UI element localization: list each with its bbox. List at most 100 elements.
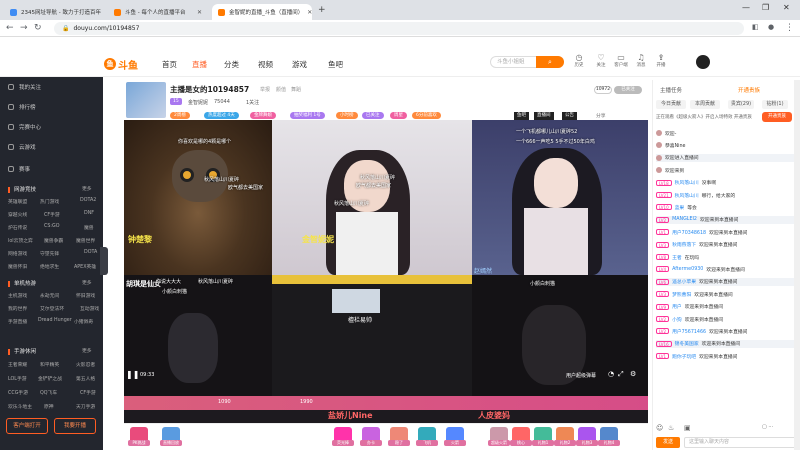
new-tab-button[interactable]: + [318,5,326,15]
chat-username[interactable]: 蓝果 [675,204,685,211]
start-live-button[interactable]: 我要开播 [54,418,96,434]
sidebar-item-rank[interactable]: 排行榜 [8,103,36,111]
category-link[interactable]: CS:GO [44,224,60,229]
back-icon[interactable]: ← [6,23,14,33]
category-link[interactable]: APEX英雄 [74,263,96,270]
chat-username[interactable]: 用户 [672,303,682,310]
sidebar-section-title[interactable]: 网游竞技 [8,185,36,193]
category-link[interactable]: CF手游 [80,389,96,396]
fullscreen-icon[interactable]: ⤢ [618,370,624,379]
sidebar-item-cloudgame[interactable]: 云游戏 [8,143,36,151]
chat-username[interactable]: 秋风落山川 [675,192,699,199]
tag-link[interactable]: 颜值 [276,86,286,93]
forward-icon[interactable]: → [20,23,28,33]
category-link[interactable]: DOTA2 [80,198,96,203]
start-stream-button[interactable]: ⇪ 开播 [654,53,668,68]
category-link[interactable]: 魔兽争霸 [44,237,63,244]
video-tile[interactable]: 金智妮妮 [272,120,472,275]
sidebar-item-event[interactable]: 赛事 [8,165,30,173]
profile-icon[interactable]: ● [768,23,774,31]
chat-username[interactable]: 梦熊曹阳 [672,291,691,298]
category-link[interactable]: 永劫无间 [40,292,59,299]
chat-username[interactable]: 跑你子玩吧 [672,353,696,360]
reload-icon[interactable]: ↻ [34,23,42,33]
emoji-icon[interactable]: ☺ [656,424,663,432]
category-link[interactable]: 英雄联盟 [8,198,27,205]
minimize-icon[interactable]: — [742,3,750,12]
category-link[interactable]: LOL手游 [8,375,27,382]
sidebar-collapse-handle[interactable] [100,247,108,275]
close-window-icon[interactable]: ✕ [783,3,790,12]
chat-username[interactable]: 秋风落山川 [675,179,699,186]
tab-diamond[interactable]: 钻粉(1) [762,100,788,109]
category-link[interactable]: QQ飞车 [40,389,57,396]
category-link[interactable]: 魔兽 [84,224,94,231]
category-link[interactable]: 和平精英 [40,361,59,368]
gift-item[interactable]: 桃心 [510,427,532,446]
gift-item[interactable]: 礼物1 [532,427,554,446]
report-link[interactable]: 举报 [260,86,270,93]
lock-chat-toggle[interactable]: ▢ ⋯ [762,424,773,430]
chat-username[interactable]: 用户70348618 [672,229,706,236]
category-link[interactable]: 欢乐斗地主 [8,403,32,410]
nav-game[interactable]: 游戏 [292,59,307,70]
category-link[interactable]: 火影忍者 [76,361,95,368]
tag-link[interactable]: 舞蹈 [291,86,301,93]
category-link[interactable]: 金铲铲之战 [38,375,62,382]
stat-button[interactable]: 鱼吧 [514,112,529,120]
category-link[interactable]: 魔兽世界 [76,237,95,244]
close-tab-icon[interactable]: ✕ [101,9,104,16]
gift-icon[interactable]: ♨ [668,424,674,432]
chat-username[interactable]: 用户75671466 [672,328,706,335]
extensions-icon[interactable]: ◧ [752,23,759,31]
chat-top-tab[interactable]: 开通贵族 [738,86,760,94]
category-link[interactable]: CCG手游 [8,389,28,396]
more-link[interactable]: 更多 [82,185,92,192]
volume-icon[interactable]: ◔ [608,370,614,378]
chat-username[interactable]: MANGLEI2 [672,217,697,222]
maximize-icon[interactable]: ❐ [762,3,769,12]
chat-top-tab[interactable]: 主播任务 [660,86,682,94]
nav-category[interactable]: 分类 [224,59,239,70]
stat-button[interactable]: 公告 [562,112,577,120]
category-link[interactable]: 怀旧游戏 [76,292,95,299]
category-link[interactable]: 原神 [44,403,54,410]
nav-live[interactable]: 直播 [192,59,207,70]
gift-item[interactable]: 办卡 [360,427,382,446]
followed-button[interactable]: 已关注 [614,86,642,94]
image-icon[interactable]: ▣ [684,424,691,432]
room-pill[interactable]: 周星 [390,112,407,119]
follow-button[interactable]: ♡ 关注 [594,53,608,68]
gift-item[interactable]: 火箭 [444,427,466,446]
category-link[interactable]: 手游直播 [8,318,27,325]
room-pill[interactable]: 小时榜 [336,112,358,119]
chat-username[interactable]: 王者 [672,254,682,261]
category-link[interactable]: 主机游戏 [8,292,27,299]
close-tab-icon[interactable]: ✕ [193,9,202,16]
tab-week[interactable]: 本周贡献 [690,100,720,109]
nav-yuba[interactable]: 鱼吧 [328,59,343,70]
stat-button[interactable]: 直播间 [534,112,554,120]
category-name[interactable]: 金智妮妮 [188,99,208,106]
chat-username[interactable]: 秋雨燕落下 [672,241,696,248]
nav-home[interactable]: 首页 [162,59,177,70]
gift-item[interactable]: 礼物4 [598,427,620,446]
nav-video[interactable]: 视频 [258,59,273,70]
room-pill[interactable]: 2周榜 [170,112,190,119]
category-link[interactable]: 魔兽怀旧 [8,263,27,270]
category-link[interactable]: 穿越火线 [8,211,27,218]
category-link[interactable]: 王者荣耀 [8,361,27,368]
gift-item[interactable]: PK挑战 [128,427,150,446]
sidebar-section-title[interactable]: 单机热游 [8,279,36,287]
category-link[interactable]: 热门游戏 [40,198,59,205]
room-pill[interactable]: 抽奖福利 1号 [290,112,325,119]
share-button[interactable]: 分享 [596,112,606,119]
send-button[interactable]: 发送 [656,437,680,448]
room-pill[interactable]: 金牌舞娘 [250,112,276,119]
browser-tab[interactable]: 2345网址导航 - 致力于打造百年 ✕ [4,4,104,20]
chat-username[interactable]: 锦冬美国家 [675,340,699,347]
client-button[interactable]: ▭ 客户端 [614,53,628,68]
gift-item[interactable]: 超级火箭 [488,427,510,446]
gift-item[interactable]: 礼物3 [576,427,598,446]
tab-vip[interactable]: 贵宾(29) [728,100,754,109]
